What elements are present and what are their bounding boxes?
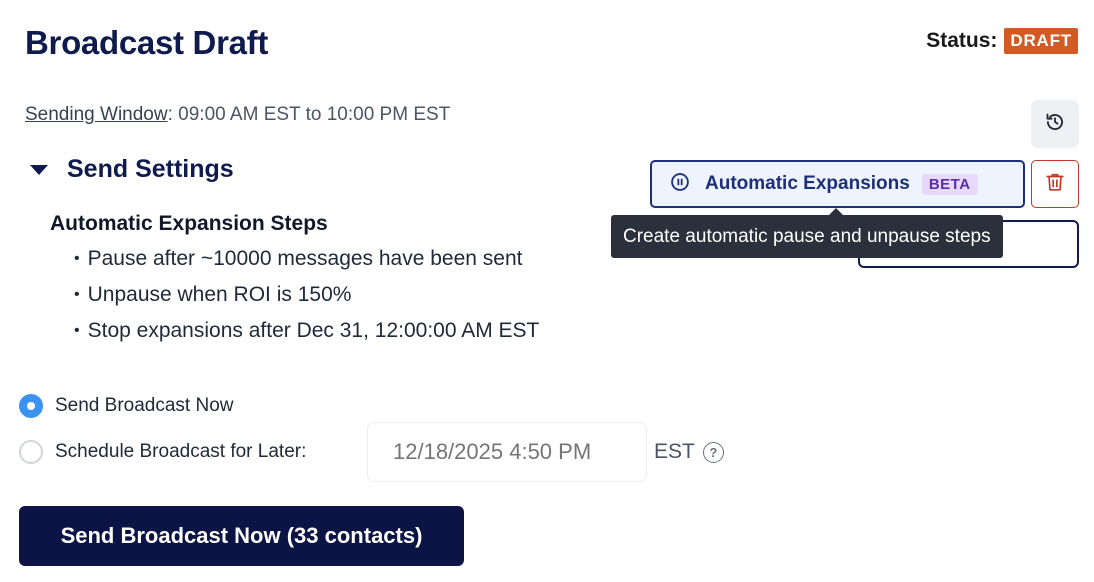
list-item: Unpause when ROI is 150% xyxy=(74,280,539,316)
send-broadcast-button[interactable]: Send Broadcast Now (33 contacts) xyxy=(19,506,464,566)
page-title: Broadcast Draft xyxy=(25,24,269,61)
schedule-later-option[interactable]: Schedule Broadcast for Later: xyxy=(19,440,306,464)
send-now-option[interactable]: Send Broadcast Now xyxy=(19,394,234,418)
timezone-label-wrap: EST ? xyxy=(654,440,724,464)
send-now-radio[interactable] xyxy=(19,394,43,418)
list-item: Pause after ~10000 messages have been se… xyxy=(74,244,539,280)
expansion-steps-list: Pause after ~10000 messages have been se… xyxy=(74,244,540,352)
schedule-later-radio[interactable] xyxy=(19,440,43,464)
status-indicator: Status: DRAFT xyxy=(926,28,1078,54)
delete-button[interactable] xyxy=(1031,160,1079,208)
automatic-expansions-label: Automatic Expansions xyxy=(705,173,910,194)
trash-icon xyxy=(1044,171,1066,198)
caret-down-icon xyxy=(30,164,48,175)
sending-window: Sending Window: 09:00 AM EST to 10:00 PM… xyxy=(25,104,450,126)
list-item: Stop expansions after Dec 31, 12:00:00 A… xyxy=(74,316,540,352)
schedule-datetime-input[interactable] xyxy=(367,422,647,482)
send-now-label[interactable]: Send Broadcast Now xyxy=(55,395,234,417)
status-badge: DRAFT xyxy=(1004,28,1078,54)
timezone-label: EST xyxy=(654,440,695,463)
pause-circle-icon xyxy=(670,172,690,197)
history-button[interactable] xyxy=(1031,100,1079,148)
send-settings-title: Send Settings xyxy=(67,155,234,183)
sending-window-value: : 09:00 AM EST to 10:00 PM EST xyxy=(167,104,451,125)
sending-window-label[interactable]: Sending Window xyxy=(25,104,168,125)
expansion-steps-heading: Automatic Expansion Steps xyxy=(50,212,328,235)
help-circle-icon[interactable]: ? xyxy=(702,441,724,463)
status-label: Status: xyxy=(926,29,998,52)
beta-badge: BETA xyxy=(921,173,978,195)
send-settings-toggle[interactable]: Send Settings xyxy=(30,155,234,184)
history-icon xyxy=(1045,112,1065,137)
tooltip: Create automatic pause and unpause steps xyxy=(611,215,1003,258)
schedule-later-label[interactable]: Schedule Broadcast for Later: xyxy=(55,441,306,463)
automatic-expansions-button[interactable]: Automatic Expansions BETA xyxy=(650,160,1025,208)
